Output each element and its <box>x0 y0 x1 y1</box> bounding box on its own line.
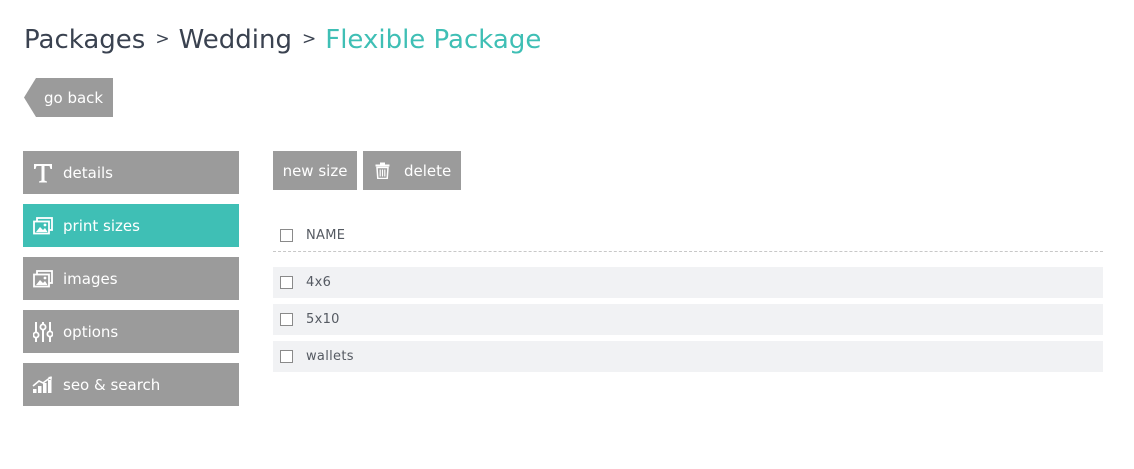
sidebar-item-label: details <box>63 163 113 182</box>
table-row[interactable]: 4x6 <box>273 267 1103 298</box>
text-t-icon <box>23 151 63 194</box>
new-size-label: new size <box>282 161 348 180</box>
row-checkbox[interactable] <box>280 350 293 363</box>
column-header-name[interactable]: NAME <box>306 228 345 243</box>
sidebar-item-print-sizes[interactable]: print sizes <box>23 204 239 247</box>
table-header: NAME <box>273 219 1103 252</box>
sidebar-item-label: print sizes <box>63 216 140 235</box>
sidebar-item-seo-search[interactable]: seo & search <box>23 363 239 406</box>
breadcrumb-current: Flexible Package <box>325 25 542 55</box>
growth-chart-icon <box>23 363 63 406</box>
row-name: wallets <box>306 349 354 364</box>
sidebar: details print sizes images options seo &… <box>23 151 239 416</box>
row-checkbox[interactable] <box>280 313 293 326</box>
image-icon <box>23 257 63 300</box>
sliders-icon <box>23 310 63 353</box>
breadcrumb-separator: > <box>155 29 170 49</box>
row-checkbox[interactable] <box>280 276 293 289</box>
delete-button[interactable]: delete <box>363 151 461 190</box>
table-row[interactable]: wallets <box>273 341 1103 372</box>
go-back-button[interactable]: go back <box>24 78 113 117</box>
sidebar-item-label: seo & search <box>63 375 161 394</box>
breadcrumb-wedding[interactable]: Wedding <box>179 25 292 55</box>
sidebar-item-label: images <box>63 269 118 288</box>
breadcrumb-packages[interactable]: Packages <box>24 25 145 55</box>
toolbar: new size delete <box>273 151 461 190</box>
sidebar-item-label: options <box>63 322 119 341</box>
go-back-label: go back <box>44 88 104 107</box>
new-size-button[interactable]: new size <box>273 151 357 190</box>
breadcrumb: Packages > Wedding > Flexible Package <box>24 22 541 58</box>
sidebar-item-details[interactable]: details <box>23 151 239 194</box>
image-icon <box>23 204 63 247</box>
sizes-table: NAME 4x6 5x10 wallets <box>273 219 1103 378</box>
table-row[interactable]: 5x10 <box>273 304 1103 335</box>
sidebar-item-options[interactable]: options <box>23 310 239 353</box>
delete-label: delete <box>404 161 452 180</box>
breadcrumb-separator: > <box>301 29 317 49</box>
select-all-checkbox[interactable] <box>280 228 293 242</box>
row-name: 4x6 <box>306 275 332 290</box>
table-body: 4x6 5x10 wallets <box>273 267 1103 372</box>
page: Packages > Wedding > Flexible Package go… <box>0 0 1134 469</box>
sidebar-item-images[interactable]: images <box>23 257 239 300</box>
trash-icon <box>375 162 392 179</box>
row-name: 5x10 <box>306 312 340 327</box>
